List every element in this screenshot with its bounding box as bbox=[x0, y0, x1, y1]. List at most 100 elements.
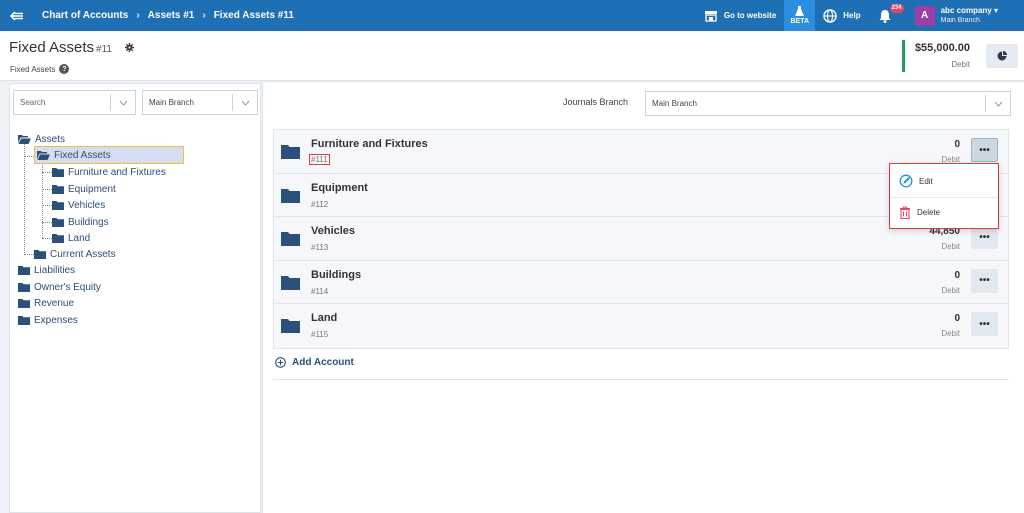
notifications-button[interactable]: 234 bbox=[869, 0, 907, 31]
folder-icon bbox=[52, 201, 64, 210]
company-name: abc company ▾ bbox=[940, 5, 998, 15]
question-icon[interactable]: ? bbox=[59, 64, 70, 74]
tree-item-furniture[interactable]: Furniture and Fixtures bbox=[52, 165, 166, 179]
go-to-website-link[interactable]: Go to website bbox=[696, 0, 784, 31]
account-name[interactable]: Furniture and Fixtures bbox=[311, 138, 428, 150]
tree-item-owners-equity[interactable]: Owner's Equity bbox=[18, 280, 101, 294]
add-account-button[interactable]: Add Account bbox=[275, 357, 354, 368]
tree-item-label: Owner's Equity bbox=[34, 281, 101, 293]
pie-chart-button[interactable] bbox=[986, 44, 1018, 68]
tree-item-liabilities[interactable]: Liabilities bbox=[18, 263, 75, 277]
gear-icon[interactable] bbox=[125, 43, 134, 52]
branch-select[interactable]: Main Branch bbox=[142, 90, 258, 115]
chevron-right-icon: › bbox=[202, 10, 206, 21]
account-name[interactable]: Land bbox=[311, 312, 337, 324]
tree-item-vehicles[interactable]: Vehicles bbox=[52, 198, 105, 212]
notification-badge: 234 bbox=[889, 4, 904, 13]
menu-item-label: Delete bbox=[917, 208, 941, 217]
page-title-text: Fixed Assets bbox=[9, 39, 95, 56]
account-balance-label: Debit bbox=[941, 329, 960, 339]
branch-select-value: Main Branch bbox=[149, 98, 194, 107]
more-options-button[interactable]: ••• bbox=[971, 268, 998, 293]
tree-item-expenses[interactable]: Expenses bbox=[18, 313, 78, 327]
chevron-down-icon[interactable] bbox=[110, 94, 135, 111]
folder-open-icon bbox=[18, 135, 31, 144]
help-button[interactable]: Help bbox=[815, 0, 868, 31]
company-menu[interactable]: A abc company ▾ Main Branch bbox=[907, 0, 1024, 31]
balance-label: Debit bbox=[951, 60, 970, 69]
tree-item-label: Expenses bbox=[34, 314, 78, 326]
company-branch: Main Branch bbox=[940, 16, 980, 24]
search-placeholder: Search bbox=[20, 98, 46, 107]
folder-icon bbox=[52, 234, 64, 243]
tree-item-equipment[interactable]: Equipment bbox=[52, 182, 116, 196]
tree-item-fixed-assets[interactable]: Fixed Assets bbox=[34, 146, 184, 164]
account-code: #114 bbox=[311, 286, 329, 296]
back-arrow-icon bbox=[10, 10, 23, 21]
tree-item-revenue[interactable]: Revenue bbox=[18, 296, 74, 310]
help-label: Help bbox=[843, 11, 861, 20]
chevron-down-icon[interactable] bbox=[985, 95, 1010, 112]
tree-item-label: Fixed Assets bbox=[54, 149, 111, 161]
account-name[interactable]: Vehicles bbox=[311, 225, 355, 237]
account-name[interactable]: Equipment bbox=[311, 182, 368, 194]
breadcrumb-fixed-assets[interactable]: Fixed Assets #11 bbox=[214, 10, 294, 21]
beta-button[interactable]: BETA bbox=[784, 0, 816, 31]
account-code: #112 bbox=[311, 199, 329, 209]
store-icon bbox=[704, 10, 717, 22]
tree-item-buildings[interactable]: Buildings bbox=[52, 215, 109, 229]
account-name[interactable]: Buildings bbox=[311, 269, 361, 281]
folder-icon bbox=[34, 250, 46, 259]
breadcrumb-assets[interactable]: Assets #1 bbox=[148, 10, 195, 21]
tree-item-land[interactable]: Land bbox=[52, 231, 90, 245]
more-options-button[interactable]: ••• bbox=[971, 312, 998, 337]
search-input[interactable]: Search bbox=[13, 90, 136, 115]
breadcrumb-chart-of-accounts[interactable]: Chart of Accounts bbox=[42, 10, 128, 21]
folder-icon bbox=[18, 283, 30, 292]
folder-open-icon bbox=[37, 151, 50, 160]
folder-icon bbox=[52, 168, 64, 177]
folder-icon bbox=[18, 316, 30, 325]
page-subtitle: Fixed Assets ? bbox=[10, 64, 70, 74]
chevron-right-icon: › bbox=[136, 10, 140, 21]
menu-item-delete[interactable]: Delete bbox=[899, 206, 940, 219]
back-button[interactable] bbox=[0, 0, 34, 31]
pie-chart-icon bbox=[997, 51, 1007, 61]
menu-item-edit[interactable]: Edit bbox=[899, 174, 933, 188]
beta-label: BETA bbox=[790, 18, 810, 25]
top-bar: Chart of Accounts › Assets #1 › Fixed As… bbox=[0, 0, 1024, 31]
flask-icon bbox=[795, 6, 805, 16]
menu-divider bbox=[890, 197, 998, 198]
breadcrumb: Chart of Accounts › Assets #1 › Fixed As… bbox=[42, 10, 294, 21]
journals-branch-label: Journals Branch bbox=[563, 97, 629, 107]
folder-icon bbox=[18, 266, 30, 275]
table-row[interactable]: Land #115 0 Debit ••• bbox=[274, 304, 1008, 348]
account-actions-menu: Edit Delete bbox=[889, 163, 999, 229]
account-balance-label: Debit bbox=[941, 285, 960, 295]
table-row[interactable]: Buildings #114 0 Debit ••• bbox=[274, 261, 1008, 305]
balance-amount: $55,000.00 bbox=[914, 42, 970, 54]
account-balance: 0 bbox=[954, 313, 960, 325]
account-balance-label: Debit bbox=[941, 242, 960, 252]
account-list: Furniture and Fixtures #111 0 Debit ••• … bbox=[273, 129, 1009, 349]
tree-item-label: Revenue bbox=[34, 297, 75, 309]
folder-icon bbox=[281, 145, 300, 159]
add-account-label: Add Account bbox=[292, 357, 354, 368]
account-code: #115 bbox=[311, 330, 329, 340]
folder-icon bbox=[281, 319, 300, 334]
balance-summary: $55,000.00 Debit bbox=[902, 40, 970, 72]
tree-item-label: Equipment bbox=[68, 183, 116, 195]
page-header: Fixed Assets #11 Fixed Assets ? $55,000.0… bbox=[0, 31, 1024, 81]
edit-icon bbox=[899, 174, 913, 188]
journals-branch-select[interactable]: Main Branch bbox=[645, 91, 1011, 116]
folder-icon bbox=[18, 299, 30, 308]
folder-icon bbox=[52, 218, 64, 227]
journals-branch-value: Main Branch bbox=[652, 99, 697, 108]
tree-item-assets[interactable]: Assets bbox=[18, 132, 65, 146]
folder-icon bbox=[52, 185, 64, 194]
chevron-down-icon[interactable] bbox=[232, 94, 257, 111]
avatar: A bbox=[914, 5, 935, 26]
bell-icon bbox=[879, 9, 891, 23]
tree-item-current-assets[interactable]: Current Assets bbox=[34, 247, 116, 261]
more-options-button[interactable]: ••• bbox=[971, 138, 998, 162]
